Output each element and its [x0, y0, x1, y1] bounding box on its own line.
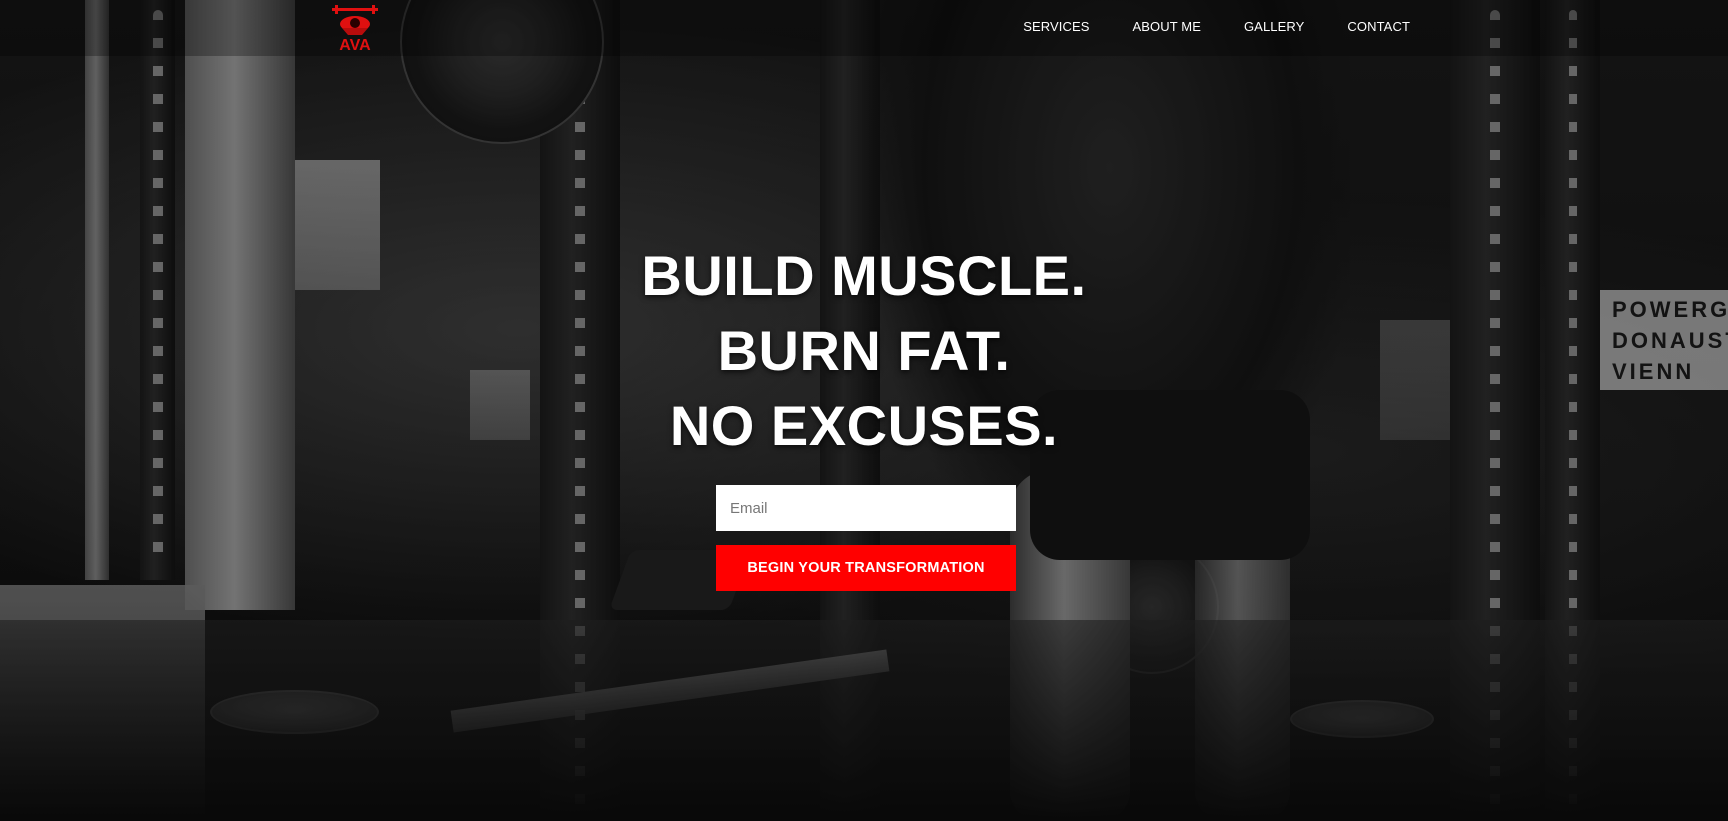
- brand-logo[interactable]: AVA: [330, 3, 380, 54]
- nav-item-services[interactable]: SERVICES: [1023, 19, 1089, 34]
- headline-line: NO EXCUSES.: [669, 394, 1059, 457]
- nav-item-gallery[interactable]: GALLERY: [1244, 19, 1304, 34]
- begin-transformation-button[interactable]: BEGIN YOUR TRANSFORMATION: [716, 545, 1016, 591]
- email-input[interactable]: [716, 485, 1016, 531]
- logo-icon: AVA: [332, 5, 378, 54]
- nav-item-contact[interactable]: CONTACT: [1347, 19, 1410, 34]
- main-navigation: SERVICES ABOUT ME GALLERY CONTACT: [980, 19, 1410, 34]
- top-navigation-bar: AVA SERVICES ABOUT ME GALLERY CONTACT: [0, 0, 1728, 56]
- headline-line: BURN FAT.: [717, 319, 1011, 382]
- logo-text: AVA: [339, 37, 371, 51]
- nav-item-about-me[interactable]: ABOUT ME: [1133, 19, 1201, 34]
- hero-section: POWERGY DONAUSTA VIENN AVA: [0, 0, 1728, 821]
- hero-headline: BUILD MUSCLE. BURN FAT. NO EXCUSES.: [0, 238, 1728, 463]
- headline-line: BUILD MUSCLE.: [641, 244, 1087, 307]
